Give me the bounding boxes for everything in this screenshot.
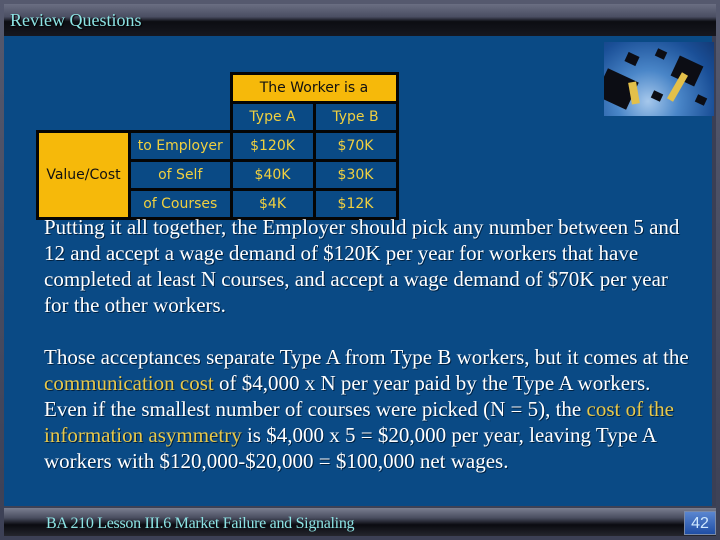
row-label: to Employer [128,130,233,162]
footer-bar: BA 210 Lesson III.6 Market Failure and S… [4,508,716,536]
page-number: 42 [684,511,716,535]
highlight-communication-cost: communication cost [44,371,214,395]
table-cell: $30K [312,159,399,191]
cap-icon [650,90,664,102]
table-cell: $70K [312,130,399,162]
paragraph-summary: Putting it all together, the Employer sh… [44,215,680,317]
table-header: The Worker is a [229,72,399,104]
row-label: of Self [128,159,233,191]
column-header: Type B [312,101,399,133]
row-group-label: Value/Cost [36,130,131,220]
column-header: Type A [229,101,316,133]
slide-title: Review Questions [10,10,142,30]
cap-icon [624,51,640,67]
cap-icon [694,94,708,106]
paragraph-cost: Those acceptances separate Type A from T… [44,345,689,473]
graduation-caps-photo [604,42,714,116]
footer-course-title: BA 210 Lesson III.6 Market Failure and S… [46,515,355,532]
worker-value-table: The Worker is a Type A Type B Value/Cost… [36,72,399,220]
title-bar: Review Questions [4,4,716,36]
table-cell: $120K [229,130,316,162]
table-cell: $40K [229,159,316,191]
cap-icon [654,48,668,60]
